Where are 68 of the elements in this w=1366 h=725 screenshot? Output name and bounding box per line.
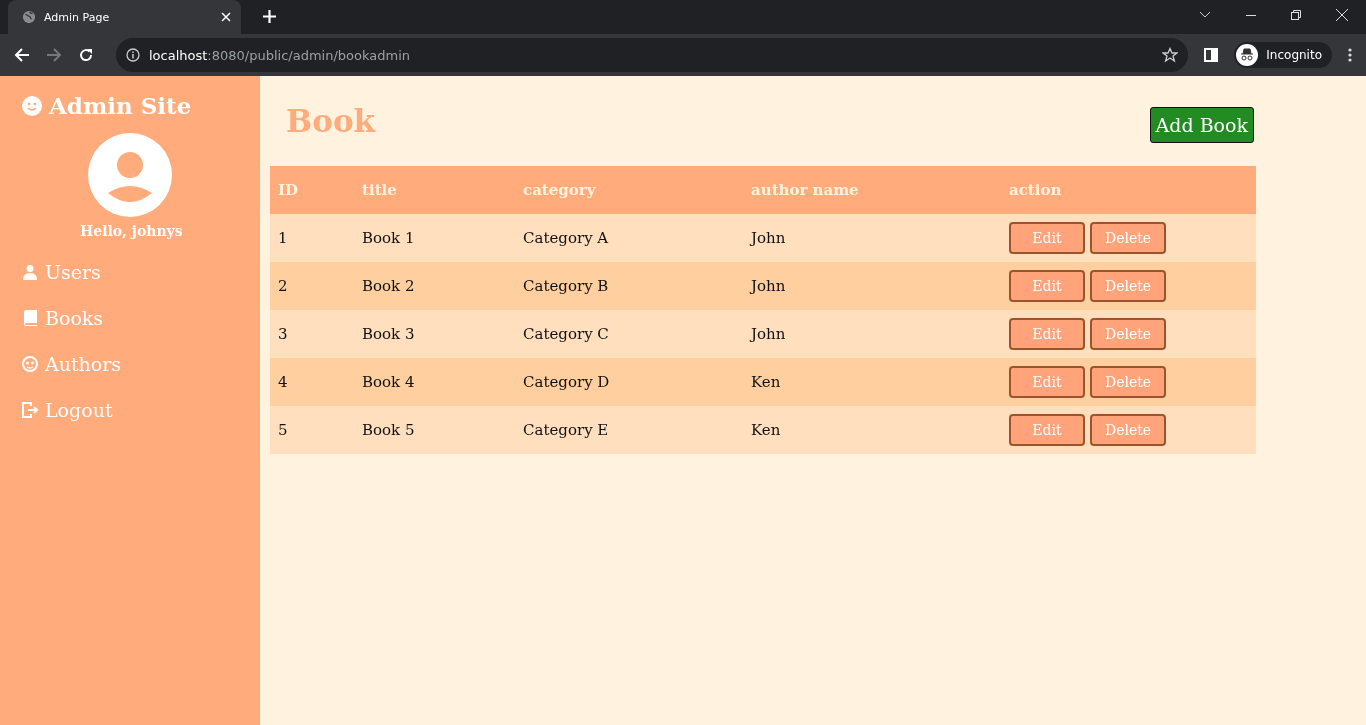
table-cell: 1: [270, 214, 354, 262]
table-cell: John: [743, 310, 1001, 358]
table-cell: Book 5: [354, 406, 515, 454]
table-cell: 2: [270, 262, 354, 310]
table-cell: Category B: [515, 262, 743, 310]
table-cell: Book 4: [354, 358, 515, 406]
table-cell: John: [743, 214, 1001, 262]
table-cell: Ken: [743, 358, 1001, 406]
delete-button[interactable]: Delete: [1090, 366, 1166, 398]
profile-button[interactable]: Incognito: [1234, 42, 1332, 68]
edit-button[interactable]: Edit: [1009, 318, 1085, 350]
table-cell: 3: [270, 310, 354, 358]
edit-button[interactable]: Edit: [1009, 366, 1085, 398]
table-cell: Category E: [515, 406, 743, 454]
table-cell: Category A: [515, 214, 743, 262]
browser-tab[interactable]: Admin Page: [8, 0, 241, 34]
edit-button[interactable]: Edit: [1009, 270, 1085, 302]
add-book-button[interactable]: Add Book: [1149, 107, 1254, 143]
table-cell: Book 2: [354, 262, 515, 310]
star-icon[interactable]: [1162, 47, 1179, 63]
chevron-down-icon[interactable]: [1199, 11, 1211, 19]
column-header: author name: [743, 166, 1001, 214]
side-panel-icon[interactable]: [1204, 48, 1219, 62]
table-cell: Ken: [743, 406, 1001, 454]
url-text: localhost:8080/public/admin/bookadmin: [149, 47, 411, 63]
column-header: action: [1001, 166, 1256, 214]
book-icon: [22, 310, 38, 326]
column-header: category: [515, 166, 743, 214]
site-title: Admin Site: [49, 92, 192, 119]
new-tab-icon[interactable]: [263, 10, 276, 23]
back-arrow-icon[interactable]: [14, 47, 30, 63]
table-cell: Category D: [515, 358, 743, 406]
table-cell: John: [743, 262, 1001, 310]
avatar-icon: [88, 133, 172, 217]
edit-button[interactable]: Edit: [1009, 222, 1085, 254]
greeting-text: Hello, johnys: [80, 223, 184, 239]
delete-button[interactable]: Delete: [1090, 270, 1166, 302]
globe-icon: [22, 10, 36, 24]
info-icon: [126, 48, 140, 62]
table-cell: 5: [270, 406, 354, 454]
tab-title: Admin Page: [44, 10, 111, 24]
table-cell: Book 1: [354, 214, 515, 262]
logout-icon: [22, 402, 38, 418]
table-cell: 4: [270, 358, 354, 406]
nav-link[interactable]: Logout: [22, 399, 113, 421]
column-header: ID: [270, 166, 354, 214]
column-header: title: [354, 166, 515, 214]
menu-icon[interactable]: [1348, 48, 1352, 62]
table-cell: Category C: [515, 310, 743, 358]
page-heading: Book: [286, 103, 376, 139]
incognito-icon: [1236, 44, 1259, 66]
close-icon[interactable]: [1336, 9, 1348, 21]
address-bar[interactable]: localhost:8080/public/admin/bookadmin: [116, 38, 1189, 72]
delete-button[interactable]: Delete: [1090, 222, 1166, 254]
table-cell: Book 3: [354, 310, 515, 358]
delete-button[interactable]: Delete: [1090, 414, 1166, 446]
face-icon: [22, 356, 38, 372]
smiley-icon: [22, 95, 42, 116]
forward-arrow-icon[interactable]: [46, 47, 62, 63]
edit-button[interactable]: Edit: [1009, 414, 1085, 446]
nav-link[interactable]: Books: [22, 307, 104, 329]
minimize-icon[interactable]: [1246, 14, 1256, 16]
nav-link[interactable]: Users: [22, 261, 101, 283]
restore-icon[interactable]: [1291, 10, 1301, 20]
reload-icon[interactable]: [78, 47, 94, 63]
nav-link[interactable]: Authors: [22, 353, 122, 375]
delete-button[interactable]: Delete: [1090, 318, 1166, 350]
person-icon: [22, 264, 38, 280]
